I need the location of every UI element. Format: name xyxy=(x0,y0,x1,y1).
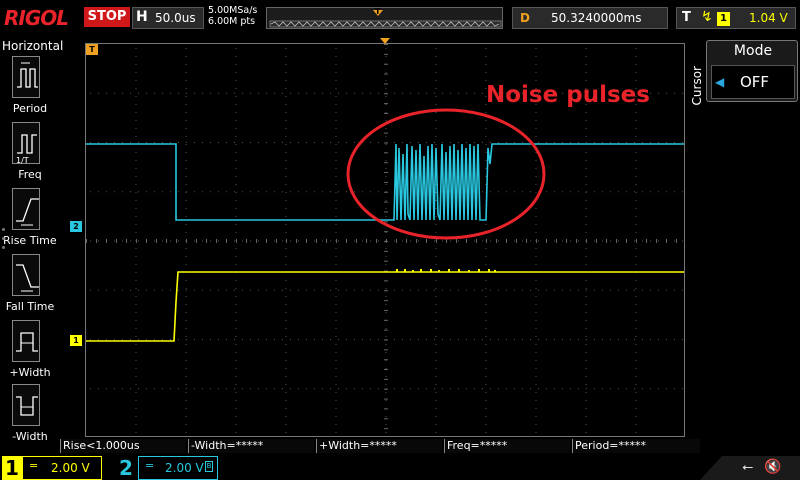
horizontal-timebase[interactable]: H 50.0us xyxy=(132,7,204,29)
channel-status-bar: 1 = 2.00 V 2 = 2.00 V B ⭠ 🔇 xyxy=(0,456,800,480)
horizontal-label: H xyxy=(136,9,148,25)
select-arrow-icon: ◀ xyxy=(715,75,725,89)
trigger-position-flag[interactable]: T xyxy=(86,44,98,55)
channel-2-offset-marker[interactable]: 2 xyxy=(70,221,82,232)
trigger-level: 1.04 V xyxy=(749,11,788,25)
horizontal-measure-menu: Horizontal Period 1/T Freq Rise Time Fal… xyxy=(0,38,64,450)
menu-item-negative-width[interactable]: -Width xyxy=(0,384,60,446)
trigger-source: 1 xyxy=(717,12,730,26)
measurement-bar: Rise<1.000us -Width=***** +Width=***** F… xyxy=(60,438,800,454)
measurement-rise[interactable]: Rise<1.000us xyxy=(60,439,186,453)
cursor-mode-value: OFF xyxy=(740,73,770,91)
channel-2-coupling: = xyxy=(145,459,155,472)
noise-pulses-annotation: Noise pulses xyxy=(486,82,650,108)
menu-label-negative-width: -Width xyxy=(12,430,48,443)
cursor-mode-control[interactable]: Mode ◀ OFF xyxy=(706,40,798,102)
cursor-mode-title: Mode xyxy=(733,43,773,59)
memory-waveform-overview[interactable]: T xyxy=(266,7,503,29)
menu-page-dots xyxy=(2,228,6,268)
waveform-display[interactable]: Noise pulses xyxy=(85,43,685,437)
period-icon xyxy=(12,56,40,98)
memory-overview-graphic xyxy=(269,10,502,28)
menu-label-period: Period xyxy=(12,102,48,115)
menu-item-period[interactable]: Period xyxy=(0,56,60,118)
menu-item-positive-width[interactable]: +Width xyxy=(0,320,60,382)
menu-title: Horizontal xyxy=(2,39,64,53)
negative-width-icon xyxy=(12,384,40,426)
rising-edge-icon: ↯ xyxy=(701,9,713,25)
trigger-position-letter: T xyxy=(375,7,381,16)
sample-rate: 5.00MSa/s xyxy=(208,5,258,16)
measurement-period[interactable]: Period=***** xyxy=(572,439,700,453)
acquisition-info: 5.00MSa/s 6.00M pts xyxy=(208,5,257,27)
delay-label: D xyxy=(520,11,530,25)
timebase-value: 50.0us xyxy=(155,11,196,25)
menu-item-rise-time[interactable]: Rise Time xyxy=(0,188,60,250)
rise-time-icon xyxy=(12,188,40,230)
channel-2-scale: 2.00 V xyxy=(165,461,204,475)
channel-2-button[interactable]: 2 xyxy=(116,456,136,480)
system-status-area: ⭠ 🔇 xyxy=(700,456,800,480)
cursor-panel: Cursor Mode ◀ OFF xyxy=(688,38,800,438)
channel-1-settings[interactable]: = 2.00 V xyxy=(22,456,102,480)
channel-2-settings[interactable]: = 2.00 V B xyxy=(138,456,218,480)
usb-icon: ⭠ xyxy=(742,459,754,475)
measurement-freq[interactable]: Freq=***** xyxy=(444,439,570,453)
menu-label-freq: Freq xyxy=(18,168,42,181)
frequency-icon: 1/T xyxy=(12,122,40,165)
menu-label-positive-width: +Width xyxy=(9,366,51,379)
channel-1-scale: 2.00 V xyxy=(51,461,90,475)
channel-1-offset-marker[interactable]: 1 xyxy=(70,335,82,346)
rigol-logo: RIGOL xyxy=(4,6,69,30)
bandwidth-limit-icon: B xyxy=(205,461,213,472)
delay-value: 50.3240000ms xyxy=(551,11,642,25)
trigger-label: T xyxy=(682,10,691,25)
cursor-mode-selector[interactable]: ◀ OFF xyxy=(711,65,795,99)
positive-width-icon xyxy=(12,320,40,362)
measurement-positive-width[interactable]: +Width=***** xyxy=(316,439,442,453)
measurement-negative-width[interactable]: -Width=***** xyxy=(188,439,314,453)
channel-1-button[interactable]: 1 xyxy=(2,456,22,480)
memory-depth: 6.00M pts xyxy=(208,16,256,27)
menu-item-fall-time[interactable]: Fall Time xyxy=(0,254,60,316)
channel-1-coupling: = xyxy=(29,459,39,472)
cursor-side-label: Cursor xyxy=(690,66,704,106)
run-stop-button[interactable]: STOP xyxy=(84,7,130,27)
trigger-settings[interactable]: T ↯ 1 1.04 V xyxy=(676,7,796,29)
menu-item-freq[interactable]: 1/T Freq xyxy=(0,122,60,184)
speaker-muted-icon[interactable]: 🔇 xyxy=(764,459,781,475)
svg-text:1/T: 1/T xyxy=(16,156,29,165)
trigger-time-marker xyxy=(380,38,390,44)
fall-time-icon xyxy=(12,254,40,296)
top-status-bar: RIGOL STOP H 50.0us 5.00MSa/s 6.00M pts … xyxy=(0,0,800,36)
menu-label-fall-time: Fall Time xyxy=(5,300,55,313)
menu-label-rise-time: Rise Time xyxy=(3,234,57,247)
trigger-delay[interactable]: D 50.3240000ms xyxy=(512,7,668,29)
